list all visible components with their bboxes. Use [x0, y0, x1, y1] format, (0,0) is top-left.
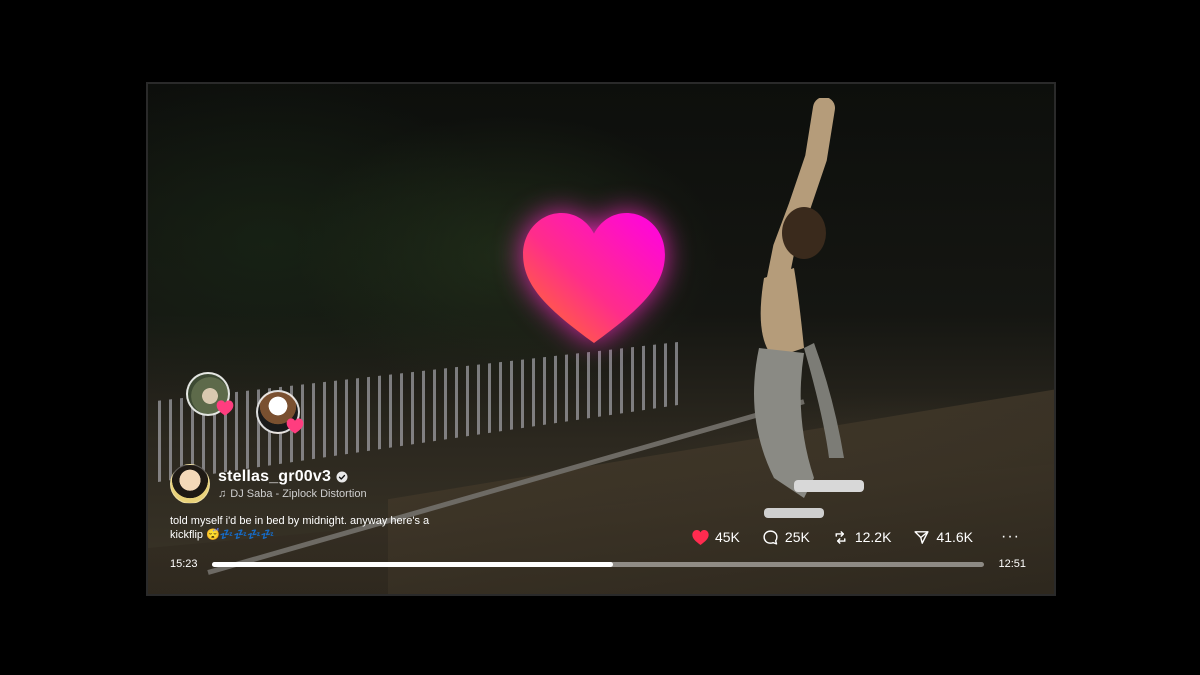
skater-figure [704, 97, 874, 528]
progress-fill [211, 561, 614, 567]
heart-icon [286, 418, 304, 434]
share-send-icon [914, 530, 930, 544]
action-bar: 45K 25K 12.2K 41.6K ··· [692, 528, 1020, 546]
track-title: DJ Saba - Ziplock Distortion [230, 488, 367, 500]
music-track[interactable]: ♫ DJ Saba - Ziplock Distortion [218, 488, 367, 500]
more-options-button[interactable]: ··· [1001, 528, 1020, 546]
total-duration: 12:51 [998, 558, 1026, 570]
avatar[interactable] [170, 464, 210, 504]
progress-bar[interactable] [211, 561, 985, 567]
elapsed-time: 15:23 [170, 558, 198, 570]
liker-avatar [256, 390, 304, 434]
username[interactable]: stellas_gr00v3 [218, 468, 331, 486]
liker-avatar [186, 372, 234, 416]
playback-controls: 15:23 12:51 [170, 558, 1026, 570]
like-count: 45K [714, 529, 740, 545]
comment-bubble-icon [763, 529, 778, 545]
heart-icon [692, 529, 709, 545]
share-count: 41.6K [936, 529, 974, 545]
video-player[interactable]: stellas_gr00v3 ♫ DJ Saba - Ziplock Disto… [146, 82, 1056, 596]
heart-icon [216, 400, 234, 416]
like-button[interactable]: 45K [692, 529, 740, 546]
like-burst-heart-icon [520, 210, 668, 346]
music-note-icon: ♫ [218, 488, 227, 500]
verified-badge-icon [336, 471, 348, 483]
post-author[interactable]: stellas_gr00v3 ♫ DJ Saba - Ziplock Disto… [170, 464, 367, 504]
comment-button[interactable]: 25K [762, 529, 810, 546]
post-caption: told myself i'd be in bed by midnight. a… [170, 515, 430, 541]
repost-count: 12.2K [854, 529, 892, 545]
share-button[interactable]: 41.6K [913, 529, 973, 546]
repost-button[interactable]: 12.2K [832, 529, 892, 546]
comment-count: 25K [784, 529, 810, 545]
repost-icon [835, 530, 846, 544]
